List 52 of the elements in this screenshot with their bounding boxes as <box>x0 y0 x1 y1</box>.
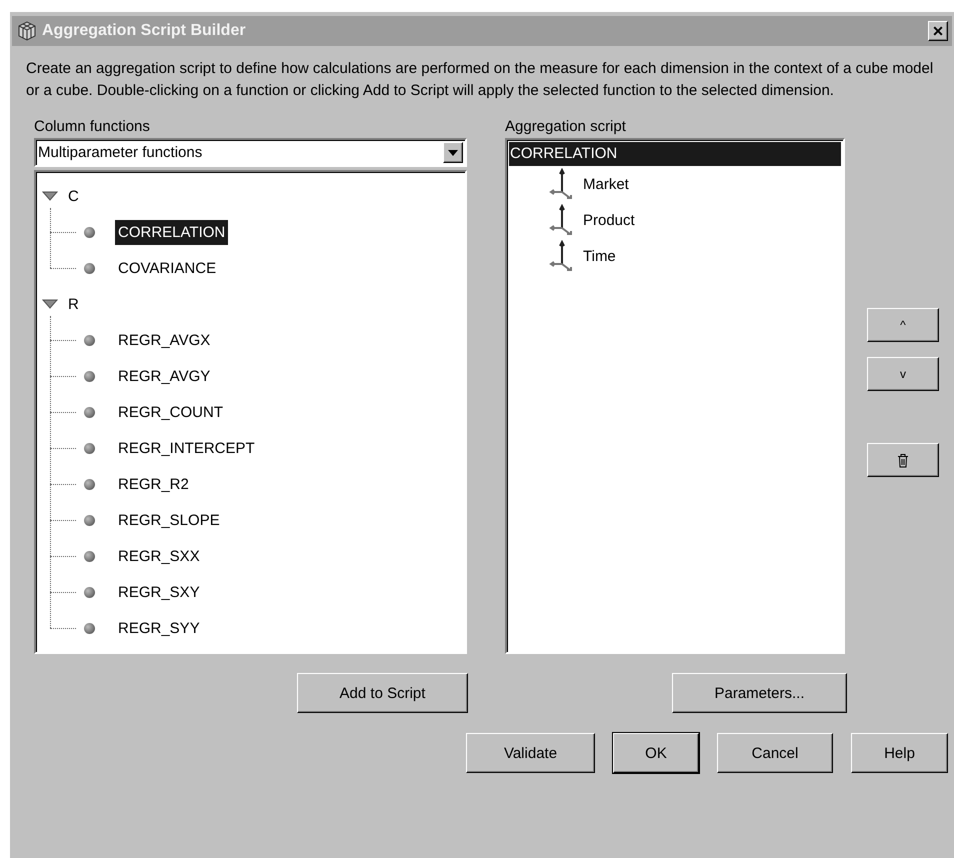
aggregation-script-label: Aggregation script <box>505 118 627 137</box>
move-up-button[interactable]: ^ <box>867 308 939 342</box>
tree-item[interactable]: COVARIANCE <box>115 256 220 280</box>
tree-item[interactable]: REGR_COUNT <box>115 400 226 424</box>
dialog-button[interactable]: OK <box>613 733 699 773</box>
function-icon <box>84 514 95 526</box>
tree-group-label[interactable]: R <box>68 296 79 312</box>
expanded-arrow-icon[interactable] <box>42 190 58 202</box>
tree-item[interactable]: CORRELATION <box>115 220 228 244</box>
function-icon <box>84 370 95 382</box>
dropdown-arrow-icon <box>448 150 458 156</box>
delete-button[interactable] <box>867 443 939 477</box>
close-button[interactable]: × <box>928 21 948 41</box>
dimension-icon <box>549 204 575 236</box>
dimension-item[interactable]: Time <box>583 248 616 264</box>
tree-item[interactable]: REGR_AVGX <box>115 328 214 352</box>
tree-item[interactable]: REGR_AVGY <box>115 364 214 388</box>
cube-icon <box>16 20 38 42</box>
tree-item[interactable]: REGR_SXX <box>115 544 203 568</box>
tree-item[interactable]: REGR_SLOPE <box>115 508 223 532</box>
tree-item[interactable]: REGR_INTERCEPT <box>115 436 258 460</box>
function-icon <box>84 622 95 634</box>
function-dropdown[interactable]: Multiparameter functions <box>34 138 467 167</box>
function-icon <box>84 226 95 238</box>
parameters-button[interactable]: Parameters... <box>672 673 847 713</box>
function-icon <box>84 586 95 598</box>
function-icon <box>84 262 95 274</box>
function-icon <box>84 334 95 346</box>
dimension-icon <box>549 240 575 272</box>
tree-item[interactable]: REGR_R2 <box>115 472 192 496</box>
function-icon <box>84 442 95 454</box>
function-icon <box>84 478 95 490</box>
dropdown-button[interactable] <box>443 142 463 163</box>
dimension-icon <box>549 168 575 200</box>
window-title: Aggregation Script Builder <box>42 22 247 40</box>
dimension-item[interactable]: Product <box>583 212 635 228</box>
tree-item[interactable]: REGR_SYY <box>115 616 203 640</box>
dialog-button[interactable]: Cancel <box>717 733 833 773</box>
function-icon <box>84 550 95 562</box>
add-to-script-button[interactable]: Add to Script <box>297 673 468 713</box>
expanded-arrow-icon[interactable] <box>42 298 58 310</box>
tree-group-label[interactable]: C <box>68 188 79 204</box>
description-text: Create an aggregation script to define how calculations are performed on the measure for each dimension in the context of a cube model or a cube. Double-clicking on a function or clicking Add to Script will apply the selected function to the selected dimension. <box>26 59 934 101</box>
dialog-button[interactable]: Help <box>851 733 948 773</box>
trash-icon <box>897 452 909 468</box>
script-item[interactable]: CORRELATION <box>509 142 841 166</box>
function-icon <box>84 406 95 418</box>
dialog-button[interactable]: Validate <box>466 733 595 773</box>
column-functions-label: Column functions <box>34 118 151 137</box>
move-down-button[interactable]: v <box>867 357 939 391</box>
tree-item[interactable]: REGR_SXY <box>115 580 203 604</box>
dimension-item[interactable]: Market <box>583 176 629 192</box>
